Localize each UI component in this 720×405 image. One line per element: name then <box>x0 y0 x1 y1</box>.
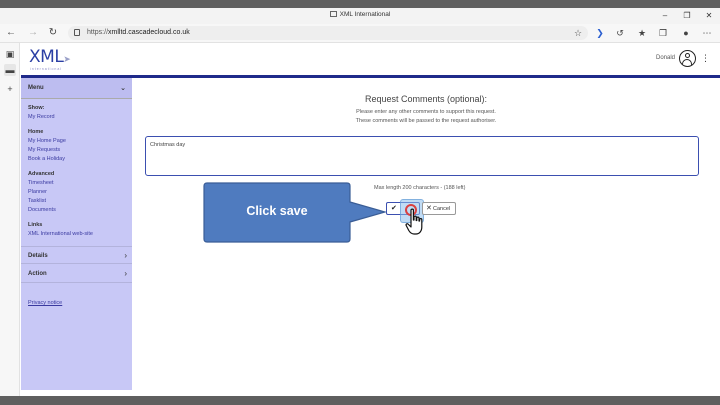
window-titlebar: XML International – ❐ ✕ <box>0 8 720 24</box>
chevron-right-icon: › <box>124 251 127 260</box>
chevron-down-icon: ⌄ <box>120 85 126 92</box>
browser-menu-icon[interactable]: ⋯ <box>701 27 713 39</box>
read-aloud-icon[interactable]: ☆ <box>572 27 584 39</box>
privacy-notice-link[interactable]: Privacy notice <box>28 300 62 306</box>
instructions-line-1: Please enter any other comments to suppo… <box>356 109 496 115</box>
forward-icon[interactable]: → <box>27 27 39 39</box>
menu-section-advanced: Advanced <box>28 171 55 177</box>
menu-row-details[interactable]: Details › <box>21 246 132 264</box>
current-tab-icon[interactable]: ▬ <box>4 64 16 76</box>
comments-textarea[interactable]: Christmas day <box>145 136 699 176</box>
instructions-line-2: These comments will be passed to the req… <box>355 118 497 124</box>
logo-arrow-icon: ➤ <box>63 54 71 64</box>
page-title: Request Comments (optional): <box>364 94 488 104</box>
back-icon[interactable]: ← <box>5 27 17 39</box>
browser-sidebar: ▣ ▬ + <box>0 43 20 396</box>
xml-logo[interactable]: XML➤ international <box>29 47 71 71</box>
menu-item-timesheet[interactable]: Timesheet <box>28 180 53 186</box>
collections-icon[interactable]: ❐ <box>657 27 669 39</box>
url-text: https://xmlltd.cascadecloud.co.uk <box>87 29 190 36</box>
more-options-icon[interactable]: ⋮ <box>701 53 710 64</box>
menu-section-home: Home <box>28 129 44 135</box>
screen-top-frame <box>0 0 720 8</box>
extension-icon[interactable]: ❯ <box>594 27 606 39</box>
cancel-button[interactable]: ✕ Cancel <box>422 202 456 215</box>
profile-icon[interactable]: ● <box>680 27 692 39</box>
restore-icon[interactable]: ❐ <box>678 10 696 22</box>
side-menu: Menu ⌄ Show: My Record Home My Home Page… <box>21 78 132 390</box>
close-window-icon[interactable]: ✕ <box>700 10 718 22</box>
menu-item-planner[interactable]: Planner <box>28 189 47 195</box>
menu-row-action[interactable]: Action › <box>21 265 132 283</box>
url-field[interactable]: https://xmlltd.cascadecloud.co.uk <box>68 26 588 40</box>
callout-text: Click save <box>246 204 308 218</box>
window-title: XML International <box>0 11 720 18</box>
refresh-extension-icon[interactable]: ↺ <box>614 27 626 39</box>
minimize-icon[interactable]: – <box>656 10 674 22</box>
window-app-icon <box>329 11 337 17</box>
menu-item-my-record[interactable]: My Record <box>28 114 55 120</box>
menu-item-book-holiday[interactable]: Book a Holiday <box>28 156 65 162</box>
instruction-callout: Click save <box>203 182 388 243</box>
lock-icon <box>74 29 80 36</box>
menu-item-my-home-page[interactable]: My Home Page <box>28 138 66 144</box>
menu-item-tasklist[interactable]: Tasklist <box>28 198 46 204</box>
menu-section-show: Show: <box>28 105 45 111</box>
menu-header[interactable]: Menu ⌄ <box>21 78 132 99</box>
menu-item-documents[interactable]: Documents <box>28 207 56 213</box>
chevron-right-icon: › <box>124 269 127 278</box>
browser-address-bar: ← → ↻ https://xmlltd.cascadecloud.co.uk … <box>0 24 720 43</box>
menu-item-my-requests[interactable]: My Requests <box>28 147 60 153</box>
user-avatar-icon[interactable] <box>679 50 696 67</box>
favorites-icon[interactable]: ★ <box>636 27 648 39</box>
new-tab-icon[interactable]: + <box>4 83 16 95</box>
tab-actions-icon[interactable]: ▣ <box>4 48 16 60</box>
app-header: XML➤ international Donald ⋮ <box>21 43 720 75</box>
hand-cursor-icon <box>405 208 423 235</box>
refresh-icon[interactable]: ↻ <box>47 27 59 39</box>
screen-bottom-frame <box>0 396 720 405</box>
menu-item-xml-website[interactable]: XML International web-site <box>28 231 93 237</box>
menu-section-links: Links <box>28 222 43 228</box>
user-name: Donald <box>655 55 675 61</box>
